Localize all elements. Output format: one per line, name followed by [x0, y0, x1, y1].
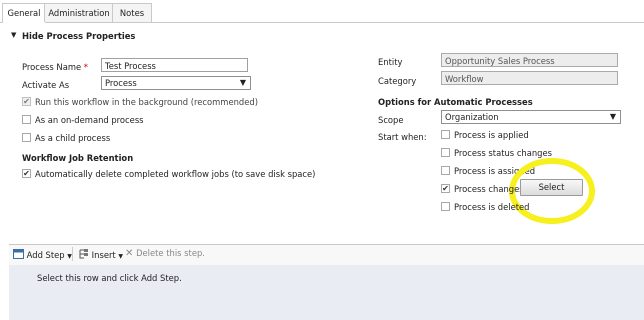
- chevron-down-icon: ▼: [118, 253, 123, 260]
- background-label: Run this workflow in the background (rec…: [35, 97, 258, 107]
- tab-general[interactable]: General: [2, 3, 46, 23]
- status-changes-checkbox[interactable]: [441, 148, 450, 157]
- delete-x-icon: ✕: [125, 248, 134, 259]
- process-name-input[interactable]: Test Process: [101, 58, 248, 72]
- background-checkbox[interactable]: ✔: [22, 97, 31, 106]
- process-applied-checkbox[interactable]: [441, 130, 450, 139]
- retention-header: Workflow Job Retention: [22, 153, 134, 163]
- start-option-label: Process is deleted: [454, 202, 530, 212]
- tab-notes[interactable]: Notes: [112, 3, 152, 22]
- delete-step-label: Delete this step.: [136, 248, 205, 258]
- entity-label: Entity: [378, 57, 403, 67]
- process-changes-checkbox[interactable]: ✔: [441, 184, 450, 193]
- entity-field: Opportunity Sales Process: [441, 53, 618, 67]
- toolbar-divider: [72, 247, 73, 261]
- insert-label: Insert: [91, 250, 116, 260]
- category-field: Workflow: [441, 71, 618, 85]
- on-demand-checkbox[interactable]: [22, 115, 31, 124]
- activate-as-value: Process: [105, 78, 137, 88]
- delete-step-button[interactable]: ✕ Delete this step.: [125, 248, 205, 259]
- add-step-label: Add Step: [26, 250, 65, 260]
- child-process-checkbox[interactable]: [22, 133, 31, 142]
- tab-label: Administration: [48, 8, 110, 18]
- dropdown-arrow-icon: ▼: [239, 78, 246, 87]
- activate-as-select[interactable]: Process ▼: [101, 76, 251, 90]
- process-name-label: Process Name *: [22, 62, 88, 72]
- collapse-triangle-icon[interactable]: ▼: [11, 31, 16, 39]
- activate-as-label: Activate As: [22, 80, 70, 90]
- on-demand-label: As an on-demand process: [35, 115, 144, 125]
- tab-label: General: [7, 8, 41, 18]
- insert-button[interactable]: Insert ▼: [78, 249, 123, 260]
- add-step-button[interactable]: Add Step ▼: [13, 249, 72, 260]
- child-process-label: As a child process: [35, 133, 111, 143]
- add-step-icon: [13, 249, 24, 259]
- scope-label: Scope: [378, 115, 404, 125]
- auto-delete-label: Automatically delete completed workflow …: [35, 169, 316, 179]
- start-option-label: Process is applied: [454, 130, 529, 140]
- auto-processes-header: Options for Automatic Processes: [378, 97, 533, 107]
- process-deleted-checkbox[interactable]: [441, 202, 450, 211]
- start-option-label: Process changes: [454, 184, 524, 194]
- process-assigned-checkbox[interactable]: [441, 166, 450, 175]
- tab-label: Notes: [119, 8, 145, 18]
- select-attributes-button[interactable]: Select: [520, 179, 583, 196]
- dropdown-arrow-icon: ▼: [609, 112, 616, 121]
- section-title: Hide Process Properties: [22, 31, 136, 41]
- auto-delete-checkbox[interactable]: ✔: [22, 169, 31, 178]
- scope-select[interactable]: Organization ▼: [441, 110, 621, 124]
- scope-value: Organization: [445, 112, 499, 122]
- category-label: Category: [378, 76, 417, 86]
- grid-hint: Select this row and click Add Step.: [37, 273, 182, 283]
- tab-administration[interactable]: Administration: [44, 3, 114, 22]
- insert-icon: [79, 249, 88, 259]
- start-when-label: Start when:: [378, 132, 427, 142]
